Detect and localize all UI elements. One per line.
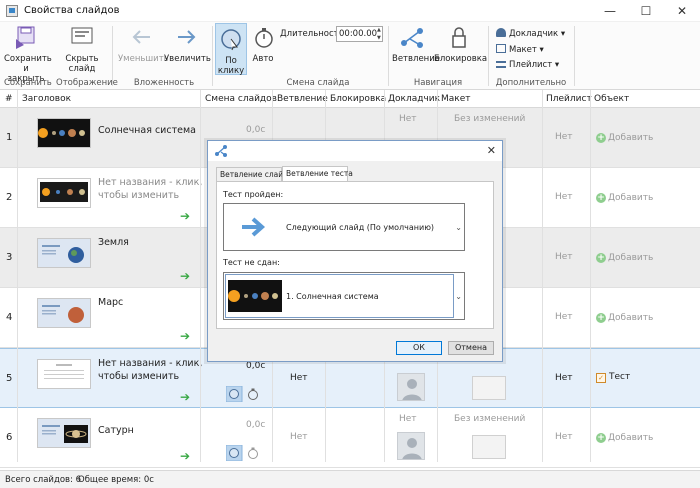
window-title: Свойства слайдов: [24, 5, 120, 16]
ribbon: Сохранить и закрыть Скрыть слайд Сохрани…: [0, 22, 700, 90]
slide-title[interactable]: Сатурн: [98, 424, 208, 437]
slide-thumbnail: [228, 280, 282, 312]
cancel-button[interactable]: Отмена: [448, 341, 494, 355]
plus-icon: +: [596, 193, 606, 203]
slide-thumbnail: [37, 359, 91, 389]
add-object-button[interactable]: + Добавить: [596, 133, 653, 143]
slide-thumbnail: [37, 118, 91, 148]
arrow-right-icon: ➔: [180, 329, 191, 343]
slide-title[interactable]: Нет названия - клик, чтобы изменить: [98, 357, 208, 383]
total-time: Общее время: 0с: [78, 475, 154, 485]
dialog-close-button[interactable]: ✕: [487, 144, 496, 157]
branching-dialog: ✕ Ветвление слайда Ветвление теста Тест …: [207, 140, 503, 362]
chevron-down-icon: ⌄: [455, 292, 462, 301]
total-slides: Всего слайдов: 6: [5, 475, 82, 485]
arrow-right-icon: ➔: [180, 390, 191, 404]
failed-label: Тест не сдан:: [223, 258, 280, 267]
transition-buttons: [225, 385, 266, 403]
plus-icon: +: [596, 133, 606, 143]
narrator-avatar[interactable]: [397, 373, 425, 401]
status-bar: Всего слайдов: 6 Общее время: 0с: [0, 470, 700, 488]
slide-thumbnail: [37, 418, 91, 448]
arrow-right-icon: ➔: [180, 449, 191, 463]
table-row[interactable]: 6 Сатурн ➔ 0,0с Нет Нет Без изменений Не…: [0, 408, 700, 468]
add-object-button[interactable]: + Добавить: [596, 193, 653, 203]
chevron-down-icon: ⌄: [455, 223, 462, 232]
passed-label: Тест пройден:: [223, 190, 284, 199]
maximize-button[interactable]: ☐: [628, 0, 664, 22]
plus-icon: +: [596, 313, 606, 323]
layout-icon: [496, 44, 506, 53]
passed-select[interactable]: Следующий слайд (По умолчанию) ⌄: [223, 203, 465, 251]
duration-spinner[interactable]: ▲ ▼: [377, 26, 384, 42]
plus-icon: +: [596, 253, 606, 263]
minimize-button[interactable]: —: [592, 0, 628, 22]
quiz-icon: ✓: [596, 373, 606, 383]
slide-thumbnail: [37, 178, 91, 208]
slide-thumbnail: [37, 298, 91, 328]
branching-icon: [398, 25, 426, 51]
tab-test-branching[interactable]: Ветвление теста: [282, 166, 353, 181]
save-close-button[interactable]: Сохранить и закрыть: [4, 25, 52, 84]
slide-title[interactable]: Земля: [98, 236, 208, 249]
slide-title[interactable]: Нет названия - клик, чтобы изменить: [98, 176, 208, 202]
layout-dropdown[interactable]: Макет ▾: [496, 44, 544, 55]
hide-slide-icon: [68, 25, 96, 51]
title-bar: Свойства слайдов — ☐ ✕: [0, 0, 700, 22]
increase-button[interactable]: Увеличить: [164, 25, 211, 64]
lock-button[interactable]: Блокировка: [434, 25, 487, 64]
stopwatch-icon: [250, 25, 278, 51]
add-object-button[interactable]: + Добавить: [596, 313, 653, 323]
playlist-dropdown[interactable]: Плейлист ▾: [496, 60, 559, 70]
narrator-dropdown[interactable]: Докладчик ▾: [496, 28, 565, 39]
tab-slide-branching[interactable]: Ветвление слайда: [216, 167, 293, 181]
arrow-right-icon: [242, 217, 266, 237]
slide-thumbnail: [37, 238, 91, 268]
plus-icon: +: [596, 433, 606, 443]
on-click-button[interactable]: По клику: [215, 23, 247, 76]
arrow-right-icon: [172, 25, 200, 51]
layout-preview[interactable]: [472, 376, 506, 400]
app-icon: [6, 5, 18, 17]
add-object-button[interactable]: + Добавить: [596, 253, 653, 263]
duration-input[interactable]: 00:00.00: [336, 26, 383, 42]
save-icon: [12, 25, 40, 51]
dialog-panel: Тест пройден: Следующий слайд (По умолча…: [216, 181, 494, 329]
narrator-icon: [496, 28, 506, 37]
mouse-click-icon: [217, 27, 245, 53]
hide-slide-button[interactable]: Скрыть слайд: [62, 25, 102, 74]
transition-buttons: [225, 444, 266, 462]
slide-title[interactable]: Солнечная система: [98, 124, 208, 137]
object-cell[interactable]: ✓ Тест: [596, 372, 630, 383]
dialog-title-bar: ✕: [208, 141, 502, 161]
arrow-left-icon: [128, 25, 156, 51]
close-button[interactable]: ✕: [664, 0, 700, 22]
narrator-avatar[interactable]: [397, 432, 425, 460]
playlist-icon: [496, 61, 506, 68]
branching-icon: [215, 145, 227, 157]
auto-button[interactable]: Авто: [250, 25, 276, 64]
slide-title[interactable]: Марс: [98, 296, 208, 309]
branching-button[interactable]: Ветвление: [392, 25, 440, 64]
add-object-button[interactable]: + Добавить: [596, 433, 653, 443]
layout-preview[interactable]: [472, 435, 506, 459]
failed-select[interactable]: 1. Солнечная система ⌄: [223, 272, 465, 320]
table-header: # Заголовок Смена слайдов Ветвление Блок…: [0, 90, 700, 108]
lock-icon: [445, 25, 473, 51]
decrease-button[interactable]: Уменьшить: [118, 25, 169, 64]
ok-button[interactable]: ОК: [396, 341, 442, 355]
arrow-right-icon: ➔: [180, 269, 191, 283]
arrow-right-icon: ➔: [180, 209, 191, 223]
